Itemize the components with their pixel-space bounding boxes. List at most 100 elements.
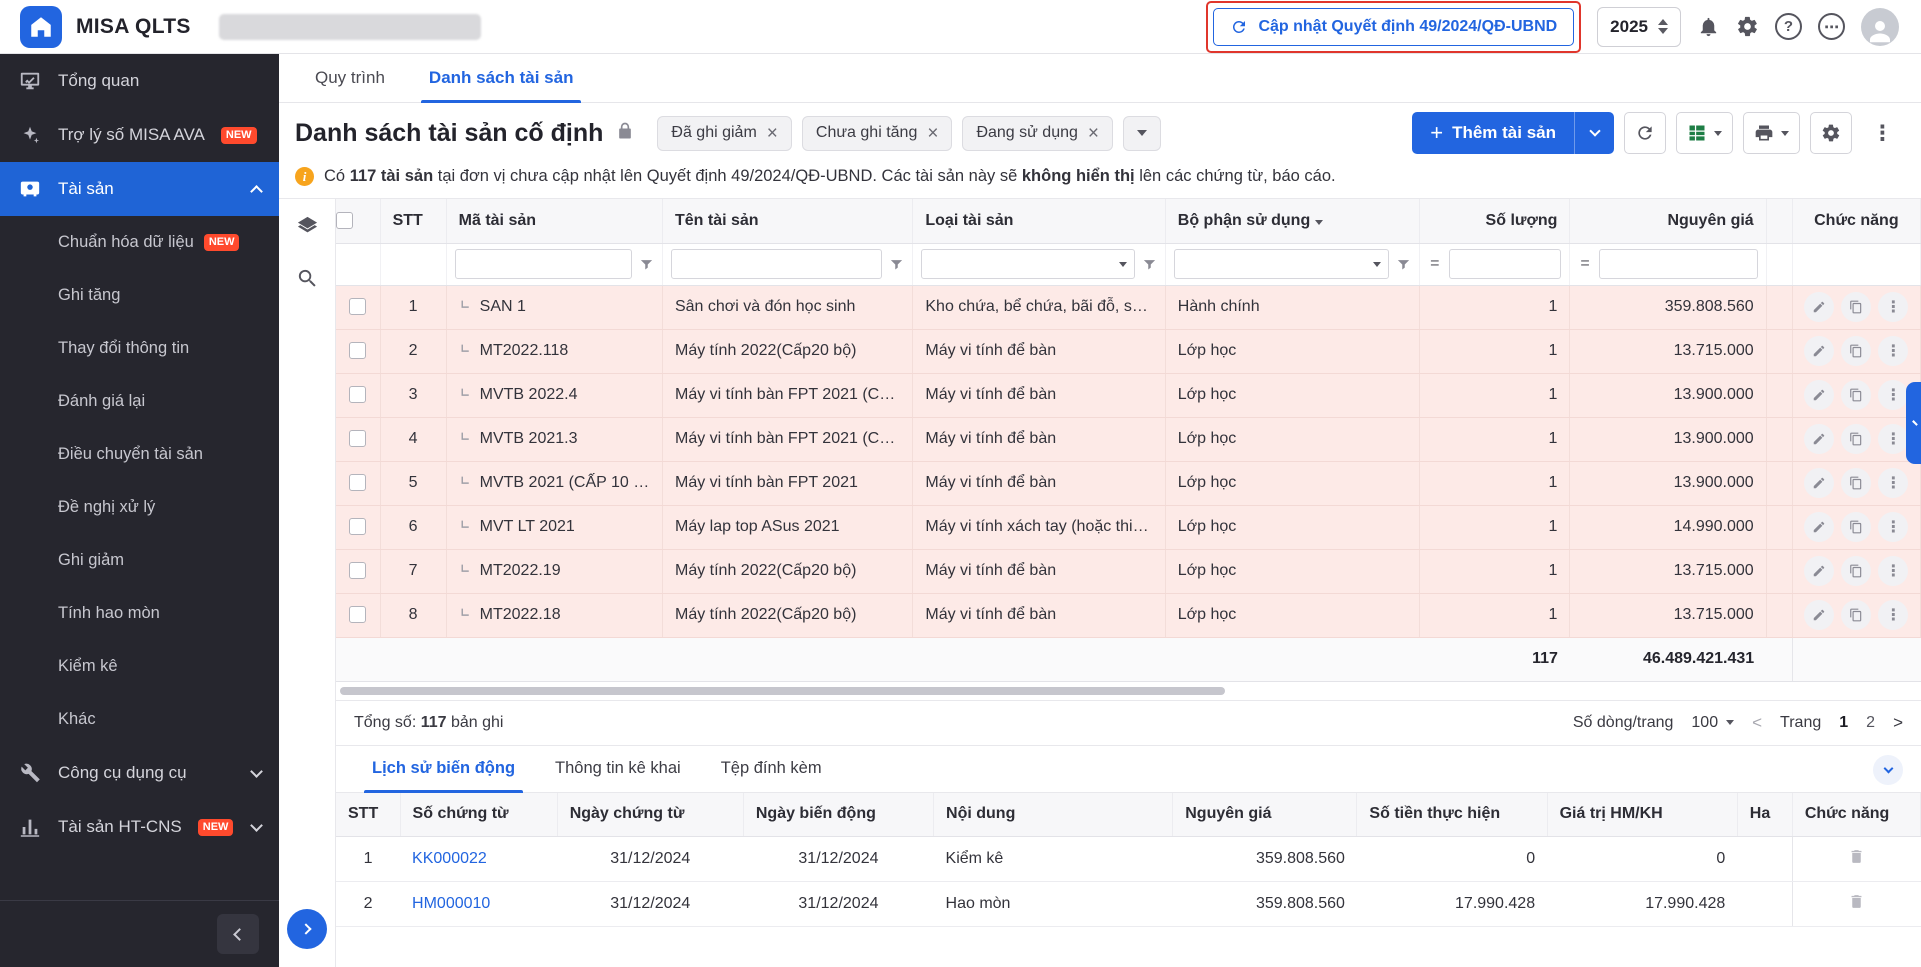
year-spinner-icon[interactable] — [1658, 19, 1668, 34]
edit-icon[interactable] — [1804, 556, 1834, 586]
avatar[interactable] — [1861, 8, 1899, 46]
col-stt[interactable]: STT — [380, 199, 446, 243]
page-1-button[interactable]: 1 — [1839, 714, 1848, 732]
filter-select-bo-phan[interactable] — [1174, 249, 1389, 279]
funnel-icon[interactable] — [1396, 257, 1411, 272]
column-dropdown-icon[interactable] — [1315, 220, 1323, 225]
filter-input-so-luong[interactable] — [1449, 249, 1562, 279]
funnel-icon[interactable] — [1142, 257, 1157, 272]
row-more-icon[interactable]: ⋮ — [1878, 292, 1908, 322]
funnel-icon[interactable] — [639, 257, 654, 272]
table-row[interactable]: 7 MT2022.19 Máy tính 2022(Cấp20 bộ) Máy … — [336, 549, 1921, 593]
duplicate-icon[interactable] — [1841, 556, 1871, 586]
delete-icon[interactable] — [1848, 848, 1865, 868]
edit-icon[interactable] — [1804, 512, 1834, 542]
row-checkbox[interactable] — [349, 342, 366, 359]
add-asset-button[interactable]: + Thêm tài sản — [1412, 112, 1574, 154]
settings-button[interactable] — [1736, 15, 1759, 38]
row-more-icon[interactable]: ⋮ — [1878, 468, 1908, 498]
col-nguyen-gia[interactable]: Nguyên giá — [1570, 199, 1766, 243]
sidebar-subitem-kiem-ke[interactable]: Kiểm kê — [0, 640, 279, 693]
next-page-button[interactable]: > — [1893, 713, 1903, 733]
duplicate-icon[interactable] — [1841, 292, 1871, 322]
sidebar-subitem-de-nghi-xu-ly[interactable]: Đề nghị xử lý — [0, 481, 279, 534]
col-ten-tai-san[interactable]: Tên tài sản — [662, 199, 912, 243]
duplicate-icon[interactable] — [1841, 468, 1871, 498]
col-so-tien-thuc-hien[interactable]: Số tiền thực hiện — [1357, 793, 1547, 837]
edit-icon[interactable] — [1804, 292, 1834, 322]
col-stt[interactable]: STT — [336, 793, 400, 837]
quick-search-button[interactable] — [296, 267, 319, 293]
chip-close-icon[interactable]: × — [1088, 124, 1099, 143]
tab-quy-trinh[interactable]: Quy trình — [293, 54, 407, 102]
row-checkbox[interactable] — [349, 606, 366, 623]
row-more-icon[interactable]: ⋮ — [1878, 512, 1908, 542]
duplicate-icon[interactable] — [1841, 512, 1871, 542]
select-all-checkbox[interactable] — [336, 212, 353, 229]
history-row[interactable]: 1 KK000022 31/12/2024 31/12/2024 Kiểm kê… — [336, 837, 1921, 882]
expand-panel-button[interactable] — [287, 909, 327, 949]
collapse-detail-button[interactable] — [1873, 755, 1903, 785]
layers-view-button[interactable] — [296, 215, 319, 241]
table-row[interactable]: 8 MT2022.18 Máy tính 2022(Cấp20 bộ) Máy … — [336, 593, 1921, 637]
table-row[interactable]: 2 MT2022.118 Máy tính 2022(Cấp20 bộ) Máy… — [336, 329, 1921, 373]
row-checkbox[interactable] — [349, 386, 366, 403]
sidebar-subitem-dieu-chuyen-tai-san[interactable]: Điều chuyển tài sản — [0, 428, 279, 481]
app-logo[interactable] — [20, 6, 62, 48]
tab-lich-su-bien-dong[interactable]: Lịch sử biến động — [352, 746, 535, 792]
col-bo-phan-su-dung[interactable]: Bộ phận sử dụng — [1165, 199, 1419, 243]
filter-chip-da-ghi-giam[interactable]: Đã ghi giảm × — [657, 116, 791, 151]
sidebar-collapse-button[interactable] — [217, 914, 259, 954]
refresh-button[interactable] — [1624, 112, 1666, 154]
col-nguyen-gia[interactable]: Nguyên giá — [1173, 793, 1357, 837]
edit-icon[interactable] — [1804, 380, 1834, 410]
filter-chips-dropdown[interactable] — [1123, 116, 1161, 151]
table-row[interactable]: 6 MVT LT 2021 Máy lap top ASus 2021 Máy … — [336, 505, 1921, 549]
sidebar-subitem-danh-gia-lai[interactable]: Đánh giá lại — [0, 375, 279, 428]
scrollbar-thumb[interactable] — [340, 687, 1225, 695]
row-checkbox[interactable] — [349, 518, 366, 535]
row-checkbox[interactable] — [349, 562, 366, 579]
duplicate-icon[interactable] — [1841, 380, 1871, 410]
col-loai-tai-san[interactable]: Loại tài sản — [913, 199, 1165, 243]
year-selector[interactable]: 2025 — [1597, 7, 1681, 47]
side-panel-toggle[interactable] — [1906, 382, 1921, 464]
col-gia-tri-hm-kh[interactable]: Giá trị HM/KH — [1547, 793, 1737, 837]
delete-icon[interactable] — [1848, 893, 1865, 913]
sidebar-item-tong-quan[interactable]: Tổng quan — [0, 54, 279, 108]
table-row[interactable]: 3 MVTB 2022.4 Máy vi tính bàn FPT 2021 (… — [336, 373, 1921, 417]
row-checkbox[interactable] — [349, 298, 366, 315]
col-ngay-chung-tu[interactable]: Ngày chứng từ — [557, 793, 743, 837]
sidebar-subitem-thay-doi-thong-tin[interactable]: Thay đổi thông tin — [0, 322, 279, 375]
filter-input-ma-tai-san[interactable] — [455, 249, 632, 279]
update-decision-button[interactable]: Cập nhật Quyết định 49/2024/QĐ-UBND — [1213, 8, 1574, 46]
sidebar-item-tai-san-ht-cns[interactable]: Tài sản HT-CNS NEW — [0, 800, 279, 854]
edit-icon[interactable] — [1804, 424, 1834, 454]
filter-chip-chua-ghi-tang[interactable]: Chưa ghi tăng × — [802, 116, 953, 151]
table-row[interactable]: 1 SAN 1 Sân chơi và đón học sinh Kho chứ… — [336, 285, 1921, 329]
filter-chip-dang-su-dung[interactable]: Đang sử dụng × — [962, 116, 1113, 151]
col-ma-tai-san[interactable]: Mã tài sản — [446, 199, 662, 243]
more-actions-button[interactable]: ⋮ — [1862, 112, 1903, 154]
prev-page-button[interactable]: < — [1752, 713, 1762, 733]
col-ngay-bien-dong[interactable]: Ngày biến động — [743, 793, 933, 837]
row-more-icon[interactable]: ⋮ — [1878, 424, 1908, 454]
help-button[interactable]: ? — [1775, 13, 1802, 40]
edit-icon[interactable] — [1804, 468, 1834, 498]
funnel-icon[interactable] — [889, 257, 904, 272]
filter-input-ten-tai-san[interactable] — [671, 249, 882, 279]
tab-danh-sach-tai-san[interactable]: Danh sách tài sản — [407, 54, 596, 102]
history-row[interactable]: 2 HM000010 31/12/2024 31/12/2024 Hao mòn… — [336, 882, 1921, 927]
row-more-icon[interactable]: ⋮ — [1878, 556, 1908, 586]
more-button[interactable]: ⋯ — [1818, 13, 1845, 40]
notifications-button[interactable] — [1697, 15, 1720, 38]
col-so-luong[interactable]: Số lượng — [1420, 199, 1570, 243]
tab-thong-tin-ke-khai[interactable]: Thông tin kê khai — [535, 746, 701, 792]
row-more-icon[interactable]: ⋮ — [1878, 380, 1908, 410]
page-2-button[interactable]: 2 — [1866, 714, 1875, 732]
col-so-chung-tu[interactable]: Số chứng từ — [400, 793, 557, 837]
row-more-icon[interactable]: ⋮ — [1878, 600, 1908, 630]
table-row[interactable]: 4 MVTB 2021.3 Máy vi tính bàn FPT 2021 (… — [336, 417, 1921, 461]
table-settings-button[interactable] — [1810, 112, 1852, 154]
duplicate-icon[interactable] — [1841, 424, 1871, 454]
